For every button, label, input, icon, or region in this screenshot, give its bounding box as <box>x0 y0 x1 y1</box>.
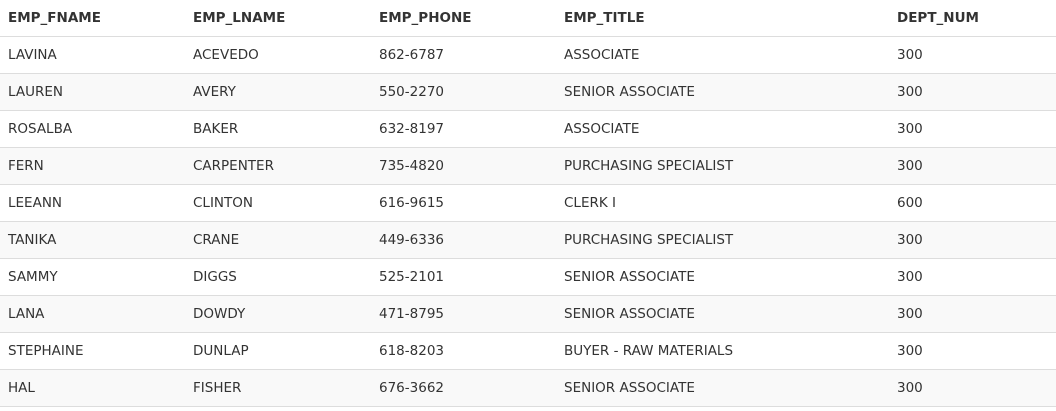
column-header-dept-num: DEPT_NUM <box>889 0 1056 37</box>
cell-emp-fname: TANIKA <box>0 221 185 259</box>
header-row: EMP_FNAME EMP_LNAME EMP_PHONE EMP_TITLE … <box>0 0 1056 37</box>
cell-dept-num: 300 <box>889 110 1056 148</box>
cell-dept-num: 300 <box>889 221 1056 259</box>
column-header-emp-lname: EMP_LNAME <box>185 0 371 37</box>
cell-emp-lname: DOWDY <box>185 295 371 333</box>
cell-dept-num: 300 <box>889 73 1056 111</box>
column-header-emp-fname: EMP_FNAME <box>0 0 185 37</box>
cell-emp-fname: LAVINA <box>0 36 185 74</box>
cell-dept-num: 300 <box>889 258 1056 296</box>
cell-emp-fname: ROSALBA <box>0 110 185 148</box>
cell-emp-title: ASSOCIATE <box>556 110 889 148</box>
cell-emp-phone: 862-6787 <box>371 36 556 74</box>
cell-emp-fname: STEPHAINE <box>0 332 185 370</box>
cell-dept-num: 300 <box>889 36 1056 74</box>
table-row: LAVINA ACEVEDO 862-6787 ASSOCIATE 300 <box>0 36 1056 74</box>
table-row: TANIKA CRANE 449-6336 PURCHASING SPECIAL… <box>0 221 1056 259</box>
cell-dept-num: 600 <box>889 184 1056 222</box>
table-header: EMP_FNAME EMP_LNAME EMP_PHONE EMP_TITLE … <box>0 0 1056 37</box>
cell-emp-lname: BAKER <box>185 110 371 148</box>
cell-dept-num: 300 <box>889 295 1056 333</box>
cell-emp-title: SENIOR ASSOCIATE <box>556 369 889 407</box>
cell-emp-phone: 632-8197 <box>371 110 556 148</box>
cell-emp-phone: 449-6336 <box>371 221 556 259</box>
cell-emp-lname: CRANE <box>185 221 371 259</box>
cell-emp-title: SENIOR ASSOCIATE <box>556 73 889 111</box>
cell-emp-fname: FERN <box>0 147 185 185</box>
cell-emp-fname: LEEANN <box>0 184 185 222</box>
cell-emp-lname: FISHER <box>185 369 371 407</box>
cell-dept-num: 300 <box>889 369 1056 407</box>
cell-emp-phone: 735-4820 <box>371 147 556 185</box>
cell-emp-fname: HAL <box>0 369 185 407</box>
cell-emp-title: PURCHASING SPECIALIST <box>556 147 889 185</box>
table-row: SAMMY DIGGS 525-2101 SENIOR ASSOCIATE 30… <box>0 258 1056 296</box>
cell-emp-fname: SAMMY <box>0 258 185 296</box>
cell-emp-phone: 676-3662 <box>371 369 556 407</box>
cell-dept-num: 300 <box>889 147 1056 185</box>
table-body: LAVINA ACEVEDO 862-6787 ASSOCIATE 300 LA… <box>0 36 1056 407</box>
cell-emp-title: BUYER - RAW MATERIALS <box>556 332 889 370</box>
cell-emp-title: PURCHASING SPECIALIST <box>556 221 889 259</box>
cell-emp-title: SENIOR ASSOCIATE <box>556 258 889 296</box>
cell-emp-phone: 525-2101 <box>371 258 556 296</box>
cell-emp-lname: CLINTON <box>185 184 371 222</box>
table-row: HAL FISHER 676-3662 SENIOR ASSOCIATE 300 <box>0 369 1056 407</box>
cell-emp-lname: DUNLAP <box>185 332 371 370</box>
employee-table: EMP_FNAME EMP_LNAME EMP_PHONE EMP_TITLE … <box>0 0 1056 407</box>
cell-emp-lname: AVERY <box>185 73 371 111</box>
cell-emp-phone: 471-8795 <box>371 295 556 333</box>
table-row: ROSALBA BAKER 632-8197 ASSOCIATE 300 <box>0 110 1056 148</box>
column-header-emp-title: EMP_TITLE <box>556 0 889 37</box>
cell-emp-phone: 616-9615 <box>371 184 556 222</box>
cell-emp-lname: DIGGS <box>185 258 371 296</box>
cell-emp-title: SENIOR ASSOCIATE <box>556 295 889 333</box>
cell-emp-fname: LANA <box>0 295 185 333</box>
table-row: LANA DOWDY 471-8795 SENIOR ASSOCIATE 300 <box>0 295 1056 333</box>
table-row: STEPHAINE DUNLAP 618-8203 BUYER - RAW MA… <box>0 332 1056 370</box>
cell-emp-lname: CARPENTER <box>185 147 371 185</box>
column-header-emp-phone: EMP_PHONE <box>371 0 556 37</box>
cell-emp-title: ASSOCIATE <box>556 36 889 74</box>
cell-emp-fname: LAUREN <box>0 73 185 111</box>
cell-emp-phone: 618-8203 <box>371 332 556 370</box>
table-row: FERN CARPENTER 735-4820 PURCHASING SPECI… <box>0 147 1056 185</box>
table-row: LAUREN AVERY 550-2270 SENIOR ASSOCIATE 3… <box>0 73 1056 111</box>
cell-emp-title: CLERK I <box>556 184 889 222</box>
table-row: LEEANN CLINTON 616-9615 CLERK I 600 <box>0 184 1056 222</box>
cell-emp-phone: 550-2270 <box>371 73 556 111</box>
cell-emp-lname: ACEVEDO <box>185 36 371 74</box>
cell-dept-num: 300 <box>889 332 1056 370</box>
